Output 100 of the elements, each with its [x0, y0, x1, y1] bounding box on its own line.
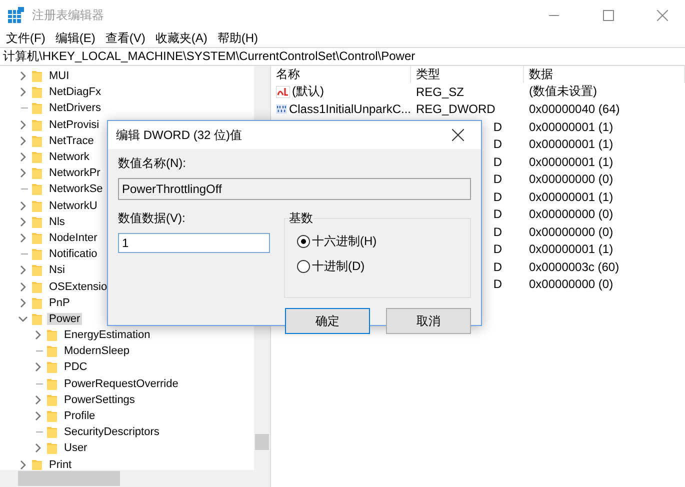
- radio-button[interactable]: [297, 235, 310, 248]
- tree-item[interactable]: NetProvisi: [47, 118, 102, 131]
- expand-chevron-icon[interactable]: [33, 394, 43, 405]
- tree-item[interactable]: PowerRequestOverride: [62, 378, 180, 390]
- folder-icon: [32, 86, 42, 98]
- folder-icon: [32, 312, 42, 325]
- tree-item[interactable]: Power: [47, 312, 82, 325]
- binary-value-icon: [276, 103, 287, 116]
- folder-icon: [47, 345, 57, 358]
- menu-item[interactable]: 文件(F): [4, 30, 48, 46]
- value-type-cell: D: [493, 120, 502, 134]
- tree-item[interactable]: MUI: [47, 70, 72, 82]
- value-data-cell-text: 0x00000001 (1): [528, 242, 614, 256]
- radio-dot-icon: [301, 239, 306, 244]
- maximize-icon: [602, 10, 614, 20]
- folder-icon: [32, 118, 42, 131]
- folder-icon: [32, 183, 42, 196]
- radio-label[interactable]: 十进制(D): [312, 258, 365, 275]
- tree-item[interactable]: SecurityDescriptors: [62, 426, 162, 438]
- expand-chevron-icon[interactable]: [18, 265, 28, 276]
- menu-item[interactable]: 收藏夹(A): [153, 30, 210, 46]
- tree-item[interactable]: PnP: [47, 296, 72, 309]
- tree-item[interactable]: NetDiagFx: [47, 86, 103, 98]
- value-data-cell-text: 0x00000040 (64): [528, 102, 621, 116]
- close-icon: [452, 129, 464, 141]
- menu-item[interactable]: 编辑(E): [53, 30, 98, 46]
- folder-icon: [47, 442, 57, 454]
- value-type-cell-text: REG_SZ: [415, 84, 466, 99]
- value-name-cell: Class1InitialUnparkC...: [271, 102, 411, 116]
- collapse-chevron-icon[interactable]: [18, 314, 28, 324]
- tree-item[interactable]: User: [62, 442, 90, 454]
- horizontal-scrollbar[interactable]: [0, 470, 270, 487]
- tree-item[interactable]: NetworkPr: [47, 167, 102, 180]
- column-header[interactable]: 数据: [524, 66, 685, 83]
- expand-chevron-icon[interactable]: [18, 200, 28, 211]
- folder-icon: [47, 361, 57, 374]
- tree-item[interactable]: NetDrivers: [47, 102, 103, 114]
- folder-icon: [32, 134, 42, 147]
- tree-item[interactable]: PDC: [62, 361, 90, 374]
- expand-chevron-icon[interactable]: [18, 87, 28, 98]
- folder-icon: [32, 248, 42, 260]
- expand-chevron-icon[interactable]: [33, 330, 43, 340]
- value-data-cell-text: 0x00000001 (1): [528, 154, 614, 169]
- tree-item[interactable]: Notificatio: [47, 248, 100, 260]
- value-type-cell: D: [493, 207, 502, 222]
- expand-chevron-icon[interactable]: [33, 443, 43, 454]
- value-type-cell: D: [493, 224, 502, 239]
- column-header[interactable]: 类型: [411, 66, 524, 83]
- expand-chevron-icon[interactable]: [33, 362, 43, 372]
- tree-item[interactable]: ModernSleep: [62, 345, 132, 358]
- expand-chevron-icon[interactable]: [18, 298, 28, 308]
- tree-item[interactable]: EnergyEstimation: [62, 329, 152, 342]
- folder-icon: [47, 426, 57, 438]
- expand-chevron-icon[interactable]: [18, 216, 28, 227]
- radio-label[interactable]: 十六进制(H): [312, 233, 377, 250]
- dialog-title: 编辑 DWORD (32 位)值: [116, 126, 242, 144]
- expand-chevron-icon[interactable]: [18, 71, 28, 82]
- tree-item[interactable]: Profile: [62, 410, 98, 422]
- value-type-cell: D: [493, 172, 502, 186]
- expand-chevron-icon[interactable]: [18, 136, 28, 146]
- tree-item[interactable]: NodeInter: [47, 232, 100, 244]
- expand-chevron-icon[interactable]: [18, 460, 28, 470]
- value-type-cell-text: REG_DWORD: [415, 102, 496, 116]
- value-data-field[interactable]: 1: [118, 233, 270, 253]
- address-bar[interactable]: 计算机\HKEY_LOCAL_MACHINE\SYSTEM\CurrentControlSet\Control\Power: [0, 47, 685, 66]
- expand-chevron-icon[interactable]: [33, 411, 43, 422]
- value-type-cell: D: [493, 190, 502, 204]
- tree-item[interactable]: Nls: [47, 216, 67, 228]
- folder-icon: [32, 232, 42, 244]
- expand-chevron-icon[interactable]: [18, 152, 28, 162]
- ok-button[interactable]: 确定: [285, 308, 370, 334]
- tree-item[interactable]: Print: [47, 458, 74, 470]
- folder-icon: [32, 296, 42, 309]
- menu-item[interactable]: 查看(V): [103, 30, 148, 46]
- value-data-cell-text: 0x00000000 (0): [528, 172, 614, 186]
- tree-item[interactable]: PowerSettings: [62, 394, 137, 406]
- value-data-label: 数值数据(V):: [118, 211, 186, 225]
- tree-item[interactable]: OSExtensio: [47, 280, 110, 293]
- tree-item[interactable]: NetworkU: [47, 200, 100, 212]
- minimize-icon: [549, 14, 559, 16]
- tree-item[interactable]: NetTrace: [47, 134, 96, 147]
- folder-icon: [47, 410, 57, 422]
- tree-item[interactable]: NetworkSe: [47, 183, 105, 196]
- value-data-cell-text: 0x00000000 (0): [528, 224, 614, 239]
- string-value-icon: [276, 86, 290, 98]
- column-header[interactable]: 名称: [271, 66, 411, 83]
- menu-item[interactable]: 帮助(H): [215, 30, 260, 46]
- value-name-field[interactable]: PowerThrottlingOff: [118, 178, 471, 200]
- expand-chevron-icon[interactable]: [18, 282, 28, 292]
- expand-chevron-icon[interactable]: [18, 168, 28, 178]
- tree-item[interactable]: Network: [47, 151, 92, 164]
- folder-icon: [47, 394, 57, 406]
- expand-chevron-icon[interactable]: [18, 120, 28, 130]
- tree-item[interactable]: Nsi: [47, 264, 67, 276]
- cancel-button[interactable]: 取消: [386, 308, 471, 334]
- folder-icon: [47, 329, 57, 342]
- base-group-label: 基数: [289, 210, 313, 227]
- expand-chevron-icon[interactable]: [18, 232, 28, 243]
- registry-app-icon: [8, 7, 24, 23]
- radio-button[interactable]: [297, 260, 310, 273]
